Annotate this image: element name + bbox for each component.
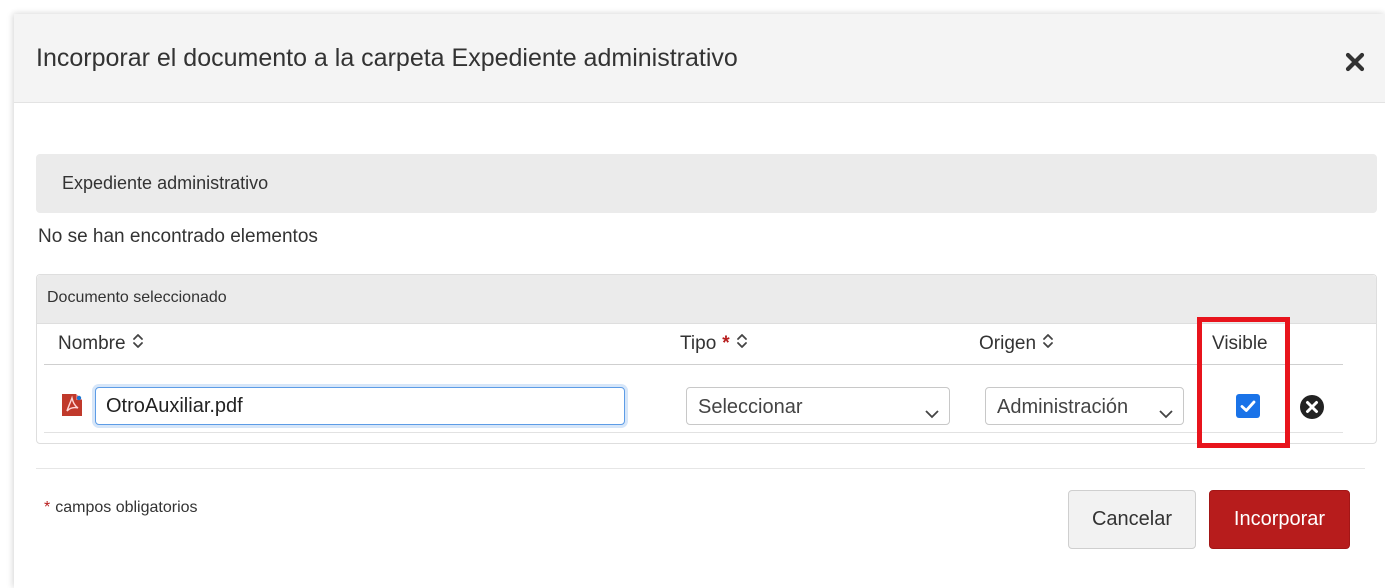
pdf-file-icon bbox=[61, 393, 83, 417]
table-header-divider bbox=[44, 364, 1343, 365]
remove-row-icon[interactable] bbox=[1300, 395, 1324, 419]
origen-select-value: Administración bbox=[997, 396, 1129, 418]
required-star: * bbox=[722, 333, 730, 355]
sort-icon bbox=[132, 333, 144, 355]
column-header-tipo[interactable]: Tipo * bbox=[680, 333, 748, 355]
sort-icon bbox=[736, 333, 748, 355]
table-row-divider bbox=[44, 432, 1343, 433]
incorporar-button[interactable]: Incorporar bbox=[1209, 490, 1350, 549]
checkmark-icon bbox=[1240, 400, 1256, 412]
column-label-tipo: Tipo bbox=[680, 333, 717, 355]
column-header-nombre[interactable]: Nombre bbox=[58, 333, 144, 355]
column-header-origen[interactable]: Origen bbox=[979, 333, 1054, 355]
chevron-down-icon bbox=[925, 402, 939, 425]
sort-icon bbox=[1042, 333, 1054, 355]
required-note-text: campos obligatorios bbox=[55, 499, 198, 516]
footer-divider bbox=[36, 468, 1365, 469]
required-star: * bbox=[44, 499, 51, 516]
column-label-origen: Origen bbox=[979, 333, 1037, 355]
empty-message: No se han encontrado elementos bbox=[38, 226, 318, 247]
tipo-select[interactable]: Seleccionar bbox=[686, 387, 950, 425]
page-top-strip bbox=[0, 0, 1385, 14]
dialog-header: Incorporar el documento a la carpeta Exp… bbox=[14, 14, 1385, 103]
column-header-visible: Visible bbox=[1212, 333, 1268, 355]
visible-checkbox[interactable] bbox=[1236, 394, 1260, 418]
close-icon[interactable] bbox=[1343, 50, 1367, 74]
cancel-button[interactable]: Cancelar bbox=[1068, 490, 1196, 549]
chevron-down-icon bbox=[1159, 402, 1173, 425]
tipo-select-value: Seleccionar bbox=[698, 396, 803, 418]
document-name-input[interactable] bbox=[95, 387, 625, 425]
document-panel-title: Documento seleccionado bbox=[47, 289, 227, 306]
column-label-visible: Visible bbox=[1212, 333, 1268, 354]
dialog-title: Incorporar el documento a la carpeta Exp… bbox=[36, 44, 738, 72]
column-label-nombre: Nombre bbox=[58, 333, 126, 355]
origen-select[interactable]: Administración bbox=[985, 387, 1184, 425]
expediente-section-title: Expediente administrativo bbox=[62, 173, 269, 193]
expediente-section-header: Expediente administrativo bbox=[36, 154, 1377, 213]
required-fields-note: * campos obligatorios bbox=[44, 499, 198, 517]
document-panel-header: Documento seleccionado bbox=[37, 275, 1376, 324]
